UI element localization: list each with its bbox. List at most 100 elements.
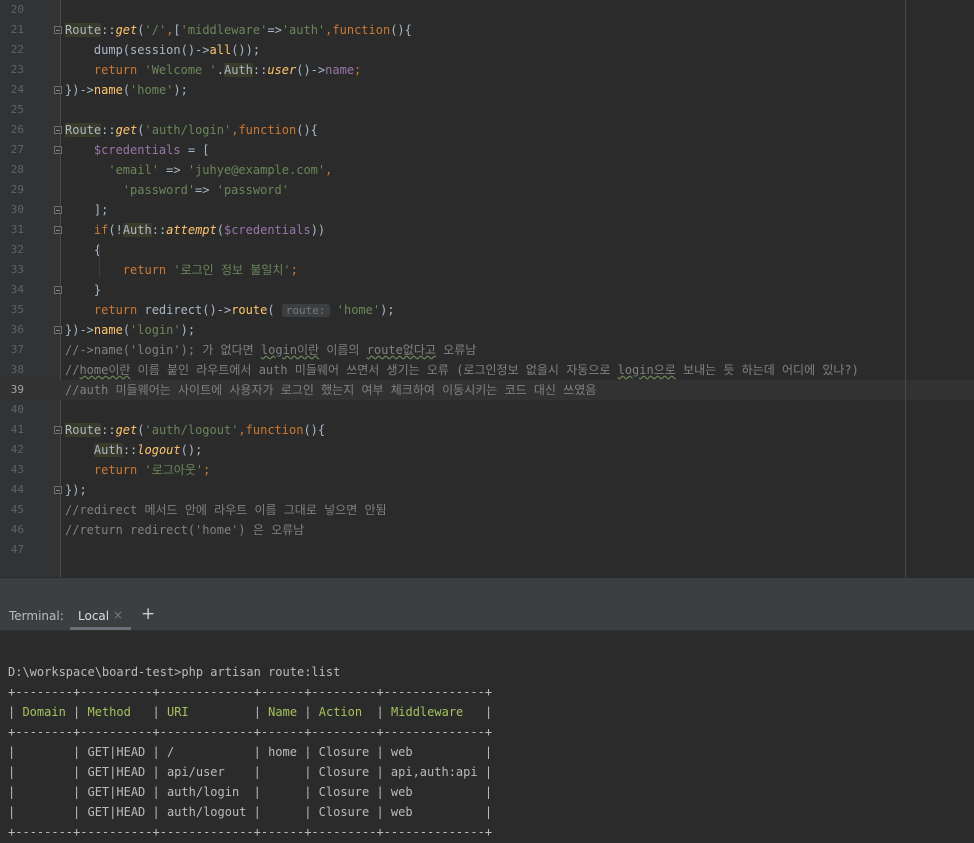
- code-line[interactable]: 44});: [0, 480, 974, 500]
- code-line[interactable]: 45 //redirect 메서드 안에 라우트 이름 그대로 넣으면 안됨: [0, 500, 974, 520]
- method-name: name: [93, 323, 123, 337]
- line-number: 20: [10, 3, 24, 16]
- code-line[interactable]: 43 return '로그아웃';: [0, 460, 974, 480]
- table-header: Method: [87, 705, 131, 719]
- string-literal: 'juhye@example.com': [187, 163, 326, 177]
- comment: //->name('login'); 가 없다면: [65, 343, 261, 357]
- tab-local-label: Local: [78, 609, 110, 623]
- code-text: (: [137, 23, 145, 37]
- comment: 보내는 듯 하는데 어디에 있나?): [675, 363, 859, 377]
- comment: //: [65, 363, 80, 377]
- code-text: |: [188, 705, 269, 719]
- string-literal: 'email': [108, 163, 159, 177]
- code-line[interactable]: 26 Route::get('auth/login',function(){: [0, 120, 974, 140]
- code-content: return redirect()->route( route: 'home')…: [65, 300, 395, 321]
- code-line[interactable]: 39 //auth 미들웨어는 사이트에 사용자가 로그인 했는지 여부 체크하여…: [0, 380, 974, 400]
- comment: //auth 미들웨어는 사이트에 사용자가 로그인 했는지 여부 체크하여 이…: [65, 383, 597, 397]
- comment: login으로: [617, 363, 676, 377]
- code-line[interactable]: 27 $credentials = [: [0, 140, 974, 160]
- method-name: all: [209, 43, 232, 57]
- keyword: ;: [290, 263, 298, 277]
- code-line[interactable]: 36})->name('login');: [0, 320, 974, 340]
- line-number: 39: [10, 383, 24, 396]
- fold-icon[interactable]: [54, 146, 62, 154]
- string-literal: 'auth/logout': [144, 423, 239, 437]
- code-content: {: [65, 240, 101, 260]
- keyword: return: [122, 263, 174, 277]
- new-tab-plus-icon[interactable]: +: [141, 604, 155, 624]
- code-editor[interactable]: 2021 Route::get('/',['middleware'=>'auth'…: [0, 0, 974, 577]
- tab-local[interactable]: Local ×: [70, 602, 131, 630]
- code-text: );: [180, 323, 196, 337]
- code-text: |: [463, 705, 493, 719]
- code-content: });: [65, 480, 87, 500]
- code-content: $credentials = [: [65, 140, 210, 160]
- code-content: return 'Welcome '.Auth::user()->name;: [65, 60, 361, 80]
- code-line[interactable]: 22 dump(session()->all());: [0, 40, 974, 60]
- keyword: ;: [203, 463, 211, 477]
- code-line[interactable]: 40: [0, 400, 974, 420]
- fold-icon[interactable]: [54, 206, 62, 214]
- code-line[interactable]: 34 }: [0, 280, 974, 300]
- comment: login이란: [260, 343, 320, 357]
- string-literal: 'password': [122, 183, 196, 197]
- code-content: })->name('home');: [65, 80, 188, 100]
- code-line[interactable]: 33 return '로그인 정보 불일치';: [0, 260, 974, 280]
- code-line[interactable]: 24})->name('home');: [0, 80, 974, 100]
- terminal-line: | Domain | Method | URI | Name | Action …: [8, 702, 492, 722]
- line-number: 46: [10, 523, 24, 536]
- code-line[interactable]: 30 ];: [0, 200, 974, 220]
- code-line[interactable]: 38 //home이란 이름 붙인 라우트에서 auth 미들웨어 쓰면서 생기는…: [0, 360, 974, 380]
- fold-icon[interactable]: [54, 286, 62, 294]
- code-text: |: [8, 705, 23, 719]
- string-literal: 'password': [216, 183, 289, 197]
- code-line[interactable]: 42 Auth::logout();: [0, 440, 974, 460]
- line-number: 45: [10, 503, 24, 516]
- code-line[interactable]: 31 if(!Auth::attempt($credentials)): [0, 220, 974, 240]
- fold-icon[interactable]: [54, 326, 62, 334]
- line-number: 38: [10, 363, 24, 376]
- code-content: //redirect 메서드 안에 라우트 이름 그대로 넣으면 안됨: [65, 500, 387, 520]
- terminal-header: Terminal: Local × +: [0, 602, 974, 631]
- fold-icon[interactable]: [54, 126, 62, 134]
- keyword: ;: [354, 63, 362, 77]
- code-line[interactable]: 21 Route::get('/',['middleware'=>'auth',f…: [0, 20, 974, 40]
- fold-icon[interactable]: [54, 226, 62, 234]
- panel-divider[interactable]: [0, 577, 974, 603]
- code-text: = [: [180, 143, 210, 157]
- line-number: 36: [10, 323, 24, 336]
- keyword: return: [93, 63, 145, 77]
- table-header: Action: [318, 705, 363, 719]
- code-line[interactable]: 41 Route::get('auth/logout',function(){: [0, 420, 974, 440]
- code-line[interactable]: 23 return 'Welcome '.Auth::user()->name;: [0, 60, 974, 80]
- code-line[interactable]: 32 {: [0, 240, 974, 260]
- terminal-line: +--------+----------+-------------+-----…: [8, 725, 493, 739]
- code-line[interactable]: 47: [0, 540, 974, 560]
- code-line[interactable]: 20: [0, 0, 974, 20]
- method-name: get: [115, 423, 138, 437]
- fold-icon[interactable]: [54, 486, 62, 494]
- terminal-output[interactable]: D:\workspace\board-test>php artisan rout…: [0, 631, 974, 843]
- terminal-line: +--------+----------+-------------+-----…: [8, 825, 493, 839]
- keyword: function: [332, 23, 391, 37]
- fold-icon[interactable]: [54, 426, 62, 434]
- code-line[interactable]: 29 'password'=> 'password': [0, 180, 974, 200]
- class-name: Route: [65, 423, 102, 437]
- code-line[interactable]: 35 return redirect()->route( route: 'hom…: [0, 300, 974, 320]
- code-line[interactable]: 25: [0, 100, 974, 120]
- code-text: ::: [122, 443, 138, 457]
- parameter-hint: route:: [281, 304, 330, 317]
- close-icon[interactable]: ×: [113, 608, 123, 622]
- code-content: //return redirect('home') 은 오류남: [65, 520, 304, 540]
- fold-icon[interactable]: [54, 86, 62, 94]
- code-line[interactable]: 28 'email' => 'juhye@example.com',: [0, 160, 974, 180]
- code-line[interactable]: 46 //return redirect('home') 은 오류남: [0, 520, 974, 540]
- fold-icon[interactable]: [54, 26, 62, 34]
- right-margin-guide: [905, 0, 906, 577]
- code-line[interactable]: 37 //->name('login'); 가 없다면 login이란 이름의 r…: [0, 340, 974, 360]
- string-literal: 'middleware': [180, 23, 268, 37]
